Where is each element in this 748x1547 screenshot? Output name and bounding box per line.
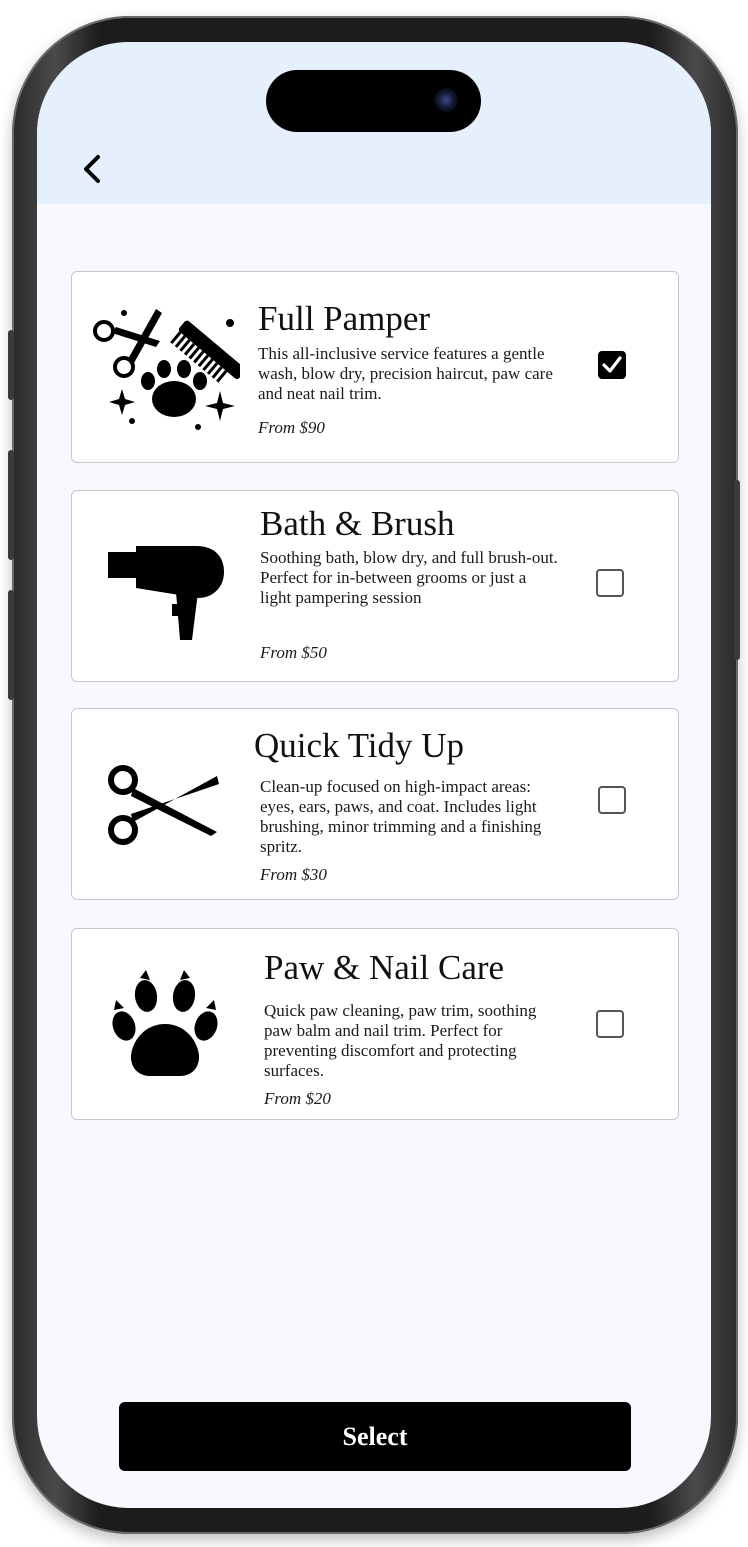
service-title: Paw & Nail Care [264, 948, 505, 987]
hair-dryer-icon [90, 515, 240, 659]
service-checkbox[interactable] [598, 786, 626, 814]
chevron-left-icon [84, 155, 100, 183]
grooming-kit-icon [90, 296, 240, 440]
screen: Full Pamper This all-inclusive service f… [37, 42, 711, 1508]
service-checkbox[interactable] [596, 569, 624, 597]
service-price: From $20 [264, 1089, 331, 1108]
service-title: Full Pamper [258, 299, 431, 338]
service-title: Bath & Brush [260, 504, 455, 543]
mute-switch [8, 330, 14, 400]
power-button [734, 480, 740, 660]
service-description: This all-inclusive service features a ge… [258, 344, 553, 403]
camera-icon [434, 88, 458, 112]
service-card-paw-nail-care[interactable]: Paw & Nail Care Quick paw cleaning, paw … [71, 928, 679, 1120]
service-price: From $90 [258, 418, 325, 437]
volume-up-button [8, 450, 14, 560]
service-price: From $30 [260, 865, 327, 884]
service-description: Clean-up focused on high-impact areas: e… [260, 777, 542, 856]
service-checkbox[interactable] [598, 351, 626, 379]
service-card-quick-tidy-up[interactable]: Quick Tidy Up Clean-up focused on high-i… [71, 708, 679, 900]
paw-icon [90, 953, 240, 1097]
back-button[interactable] [75, 150, 109, 188]
service-description: Soothing bath, blow dry, and full brush-… [260, 548, 558, 607]
checkmark-icon [602, 356, 622, 373]
volume-down-button [8, 590, 14, 700]
service-price: From $50 [260, 643, 327, 662]
service-card-bath-brush[interactable]: Bath & Brush Soothing bath, blow dry, an… [71, 490, 679, 682]
scissors-icon [90, 733, 240, 877]
dynamic-island [266, 70, 481, 132]
select-button[interactable]: Select [119, 1402, 631, 1471]
service-description: Quick paw cleaning, paw trim, soothing p… [264, 1001, 537, 1080]
service-card-full-pamper[interactable]: Full Pamper This all-inclusive service f… [71, 271, 679, 463]
service-checkbox[interactable] [596, 1010, 624, 1038]
service-title: Quick Tidy Up [254, 726, 465, 765]
header-bar [37, 42, 711, 204]
